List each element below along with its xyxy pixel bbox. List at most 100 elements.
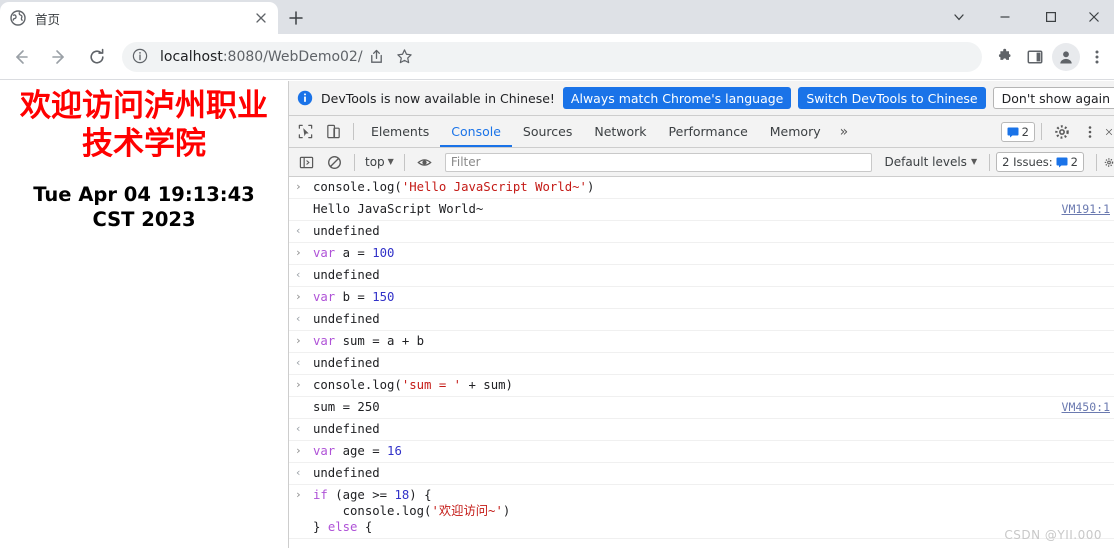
issues-count: 2 — [1021, 124, 1029, 139]
console-row-text: var b = 150 — [313, 289, 1110, 305]
execution-context-label: top — [365, 155, 385, 169]
tab-sources[interactable]: Sources — [512, 116, 583, 147]
execution-context-selector[interactable]: top ▼ — [361, 152, 398, 172]
switch-devtools-language-button[interactable]: Switch DevTools to Chinese — [798, 87, 986, 109]
divider — [1096, 153, 1097, 171]
three-dot-menu-icon[interactable] — [1082, 42, 1112, 72]
tab-search-chevron-icon[interactable] — [936, 0, 982, 34]
console-row-text: undefined — [313, 267, 1110, 283]
gear-icon[interactable] — [1049, 119, 1075, 145]
page-content: 欢迎访问泸州职业技术学院 Tue Apr 04 19:13:43 CST 202… — [0, 81, 288, 548]
clear-console-icon[interactable] — [321, 149, 347, 175]
console-settings-icon[interactable] — [1104, 149, 1114, 175]
code-token: age = — [335, 444, 388, 458]
code-token: (age >= — [327, 488, 395, 502]
device-toolbar-icon[interactable] — [320, 119, 346, 145]
code-token: sum = a + b — [335, 334, 425, 348]
code-token: 18 — [394, 488, 410, 502]
code-token: var — [313, 246, 336, 260]
console-filter-input[interactable] — [444, 152, 873, 172]
code-token: 150 — [372, 290, 395, 304]
back-button[interactable] — [4, 40, 38, 74]
code-token: 'sum = ' — [401, 378, 462, 392]
issue-flag-icon — [1007, 126, 1019, 138]
divider — [403, 153, 405, 171]
console-row-text: var age = 16 — [313, 443, 1110, 459]
console-result-icon: ‹ — [295, 466, 302, 479]
address-bar[interactable]: localhost:8080/WebDemo02/ — [122, 41, 982, 72]
divider — [989, 153, 991, 171]
new-tab-button[interactable] — [282, 4, 310, 32]
console-result-icon: ‹ — [295, 312, 302, 325]
window-controls — [936, 0, 1114, 34]
reload-button[interactable] — [80, 40, 114, 74]
console-row-text: console.log('Hello JavaScript World~') — [313, 179, 1110, 195]
divider — [1041, 123, 1042, 140]
console-issues-badge[interactable]: 2 Issues: 2 — [996, 152, 1084, 172]
code-token: undefined — [313, 422, 380, 436]
maximize-icon[interactable] — [1028, 0, 1074, 34]
close-window-icon[interactable] — [1074, 0, 1114, 34]
devtools-close-icon[interactable] — [1105, 119, 1113, 145]
issue-flag-icon — [1056, 156, 1068, 168]
tabs-overflow-icon[interactable]: » — [832, 119, 857, 145]
tab-memory[interactable]: Memory — [759, 116, 832, 147]
info-circle-icon[interactable] — [132, 48, 150, 66]
tab-strip: 首页 — [0, 0, 1114, 34]
side-panel-icon[interactable] — [1020, 42, 1050, 72]
globe-icon — [10, 10, 26, 26]
console-row-text: var a = 100 — [313, 245, 1110, 261]
code-token: undefined — [313, 268, 380, 282]
code-token: 100 — [372, 246, 395, 260]
console-row: ‹ undefined — [289, 419, 1114, 441]
share-icon[interactable] — [363, 43, 391, 71]
page-heading: 欢迎访问泸州职业技术学院 — [20, 88, 268, 163]
tab-elements[interactable]: Elements — [360, 116, 440, 147]
log-levels-selector[interactable]: Default levels ▼ — [878, 155, 983, 169]
code-token: var — [313, 290, 336, 304]
console-row: › var b = 150 — [289, 287, 1114, 309]
inspect-cursor-icon[interactable] — [292, 119, 318, 145]
console-row-text: console.log('sum = ' + sum) — [313, 377, 1110, 393]
avatar-icon[interactable] — [1052, 42, 1080, 71]
source-link[interactable]: VM450:1 — [1054, 399, 1110, 415]
console-row: › var age = 16 — [289, 441, 1114, 463]
code-token: else — [327, 520, 358, 534]
close-icon[interactable] — [252, 9, 270, 27]
console-sidebar-icon[interactable] — [293, 149, 319, 175]
code-token: ) — [586, 180, 595, 194]
live-expression-eye-icon[interactable] — [412, 149, 438, 175]
star-icon[interactable] — [391, 43, 419, 71]
divider — [353, 123, 354, 140]
console-row: › var sum = a + b — [289, 331, 1114, 353]
browser-tab[interactable]: 首页 — [0, 2, 278, 34]
always-match-language-button[interactable]: Always match Chrome's language — [562, 87, 792, 109]
code-token: Hello JavaScript World~ — [313, 202, 484, 216]
console-row: ‹ undefined — [289, 353, 1114, 375]
tab-performance[interactable]: Performance — [658, 116, 759, 147]
console-prompt-icon: › — [295, 180, 302, 193]
console-row: › var a = 100 — [289, 243, 1114, 265]
console-row-text: if (age >= 18) { console.log('欢迎访问~') } … — [313, 487, 1110, 535]
puzzle-icon[interactable] — [990, 42, 1020, 72]
devtools-more-menu-icon[interactable] — [1077, 119, 1103, 145]
devtools-tabbar-right: 2 — [1000, 119, 1114, 145]
console-row-text: var sum = a + b — [313, 333, 1110, 349]
console-row: sum = 250 VM450:1 — [289, 397, 1114, 419]
console-output[interactable]: › console.log('Hello JavaScript World~') H… — [289, 177, 1114, 548]
dont-show-again-button[interactable]: Don't show again — [992, 87, 1114, 109]
code-token: { — [357, 520, 373, 534]
url-path: :8080/WebDemo02/ — [222, 48, 363, 65]
code-token: var — [313, 334, 336, 348]
console-row: › console.log('Hello JavaScript World~') — [289, 177, 1114, 199]
issues-badge[interactable]: 2 — [1000, 121, 1035, 142]
code-token: undefined — [313, 356, 380, 370]
minimize-icon[interactable] — [982, 0, 1028, 34]
url-text: localhost:8080/WebDemo02/ — [160, 49, 363, 65]
console-row-text: undefined — [313, 421, 1110, 437]
forward-button[interactable] — [42, 40, 76, 74]
console-prompt-icon: › — [295, 290, 302, 303]
tab-network[interactable]: Network — [583, 116, 657, 147]
source-link[interactable]: VM191:1 — [1054, 201, 1110, 217]
tab-console[interactable]: Console — [440, 116, 512, 147]
